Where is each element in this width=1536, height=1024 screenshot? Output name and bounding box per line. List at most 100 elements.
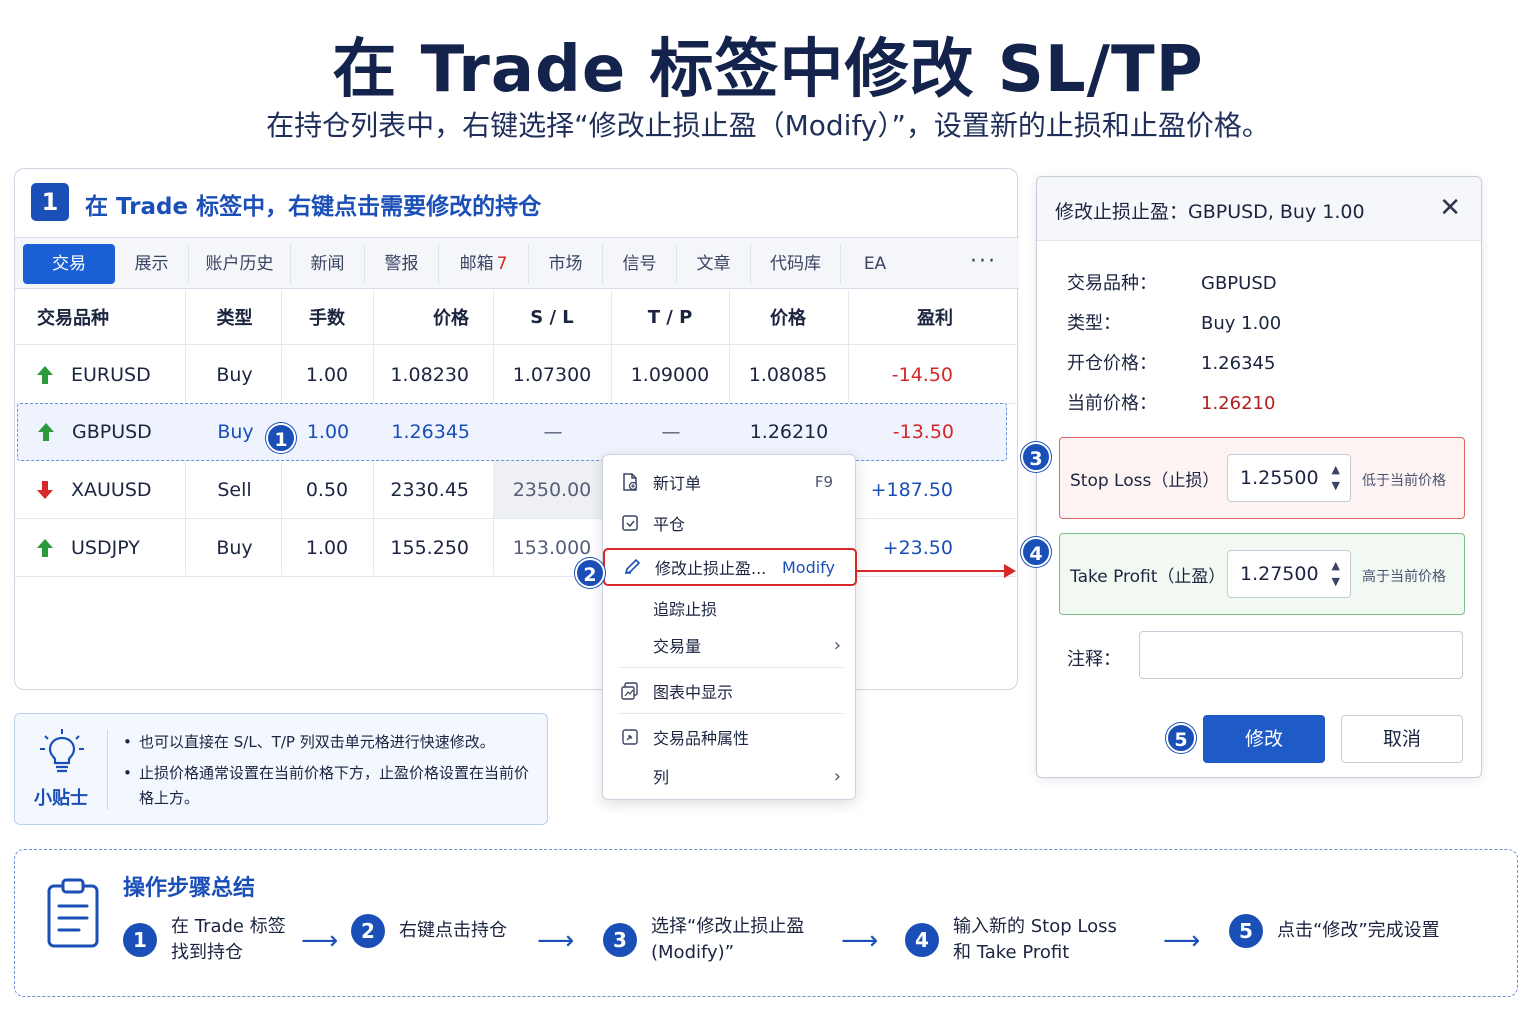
menu-item-new-order[interactable]: 新订单 F9	[603, 463, 857, 501]
step-text: 和 Take Profit	[953, 942, 1070, 963]
tp-cell[interactable]: —	[612, 404, 730, 460]
info-value: Buy 1.00	[1201, 313, 1282, 334]
tab-exposure[interactable]: 展示	[115, 244, 189, 284]
menu-item-columns[interactable]: 列 ›	[603, 757, 857, 795]
menu-item-modify[interactable]: 修改止损止盈... Modify	[603, 548, 857, 586]
col-profit[interactable]: 盈利	[849, 290, 999, 344]
tab-label: 新闻	[310, 254, 345, 274]
col-symbol[interactable]: 交易品种	[37, 290, 187, 344]
trade-panel: 1 在 Trade 标签中，右键点击需要修改的持仓 交易 展示 账户历史 新闻 …	[14, 168, 1019, 690]
symbol-cell: XAUUSD	[37, 461, 187, 518]
lots-cell: 1.00	[306, 421, 350, 443]
summary-step: 5 点击“修改”完成设置	[1229, 914, 1440, 948]
tab-label: 信号	[622, 254, 657, 274]
step-text: 选择“修改止损止盈	[651, 916, 805, 937]
comment-label: 注释：	[1067, 649, 1121, 670]
tab-trade[interactable]: 交易	[23, 244, 115, 284]
tab-label: 警报	[384, 254, 419, 274]
col-tp[interactable]: T / P	[611, 290, 729, 344]
col-sl[interactable]: S / L	[493, 290, 611, 344]
shortcut-label: F9	[814, 473, 833, 491]
cancel-button[interactable]: 取消	[1341, 715, 1463, 763]
tab-articles[interactable]: 文章	[677, 244, 751, 284]
info-type: 类型： Buy 1.00	[1067, 309, 1281, 335]
dialog-title: 修改止损止盈：GBPUSD, Buy 1.00	[1055, 201, 1365, 223]
step-text: 输入新的 Stop Loss	[953, 916, 1117, 937]
type-cell: Buy	[216, 536, 253, 559]
profit-cell: -13.50	[892, 421, 954, 443]
spin-down-icon[interactable]: ▼	[1332, 479, 1340, 492]
col-type[interactable]: 类型	[187, 290, 282, 344]
tab-market[interactable]: 市场	[529, 244, 603, 284]
arrow-down-icon	[37, 480, 53, 499]
col-lots[interactable]: 手数	[282, 290, 372, 344]
tab-label: 代码库	[770, 254, 821, 274]
profit-cell: +23.50	[882, 536, 953, 559]
take-profit-field: Take Profit（止盈） 1.27500 ▲ ▼ 高于当前价格	[1059, 533, 1465, 615]
info-key: 交易品种：	[1067, 273, 1157, 294]
page-title: 在 Trade 标签中修改 SL/TP	[332, 33, 1204, 107]
step-number: 3	[603, 923, 637, 957]
tab-ea[interactable]: EA	[841, 244, 909, 284]
position-row-gbpusd[interactable]: GBPUSD Buy 1.00 1.26345 — — 1.26210 -13.…	[17, 403, 1007, 461]
profit-cell: +187.50	[870, 478, 953, 501]
sl-cell[interactable]: —	[494, 404, 612, 460]
modify-sltp-dialog: 修改止损止盈：GBPUSD, Buy 1.00 ✕ 交易品种： GBPUSD 类型…	[1036, 176, 1482, 778]
step-marker-5: 5	[1166, 723, 1196, 753]
lots-cell: 1.00	[305, 363, 349, 386]
tab-mailbox[interactable]: 邮箱 7	[439, 244, 529, 284]
more-tabs-icon[interactable]: ···	[970, 244, 997, 284]
menu-item-close-position[interactable]: 平仓	[603, 504, 857, 542]
step-number: 5	[1229, 914, 1263, 948]
tab-label: 文章	[696, 254, 731, 274]
position-row-eurusd[interactable]: EURUSD Buy 1.00 1.08230 1.07300 1.09000 …	[15, 346, 1019, 404]
menu-label: 平仓	[653, 515, 686, 534]
stop-loss-label: Stop Loss（止损）	[1070, 471, 1220, 491]
stop-loss-input[interactable]: 1.25500 ▲ ▼	[1227, 454, 1351, 502]
arrow-up-icon	[38, 423, 54, 441]
position-row-usdjpy[interactable]: USDJPY Buy 1.00 155.250 153.000 +23.50	[15, 519, 1019, 577]
comment-input[interactable]	[1139, 631, 1463, 679]
position-row-xauusd[interactable]: XAUUSD Sell 0.50 2330.45 2350.00 +187.50	[15, 461, 1019, 519]
menu-label: 列	[653, 768, 670, 787]
spin-up-icon[interactable]: ▲	[1332, 463, 1340, 476]
page-subtitle: 在持仓列表中，右键选择“修改止损止盈（Modify）”，设置新的止损和止盈价格。	[266, 109, 1270, 142]
sl-cell[interactable]: 2350.00	[493, 461, 611, 518]
open-price-cell: 2330.45	[390, 478, 469, 501]
menu-label: 交易品种属性	[653, 729, 750, 748]
tip-item: 也可以直接在 S/L、T/P 列双击单元格进行快速修改。	[121, 730, 541, 755]
chevron-right-icon: ›	[833, 634, 841, 656]
spin-down-icon[interactable]: ▼	[1332, 575, 1340, 588]
take-profit-input[interactable]: 1.27500 ▲ ▼	[1227, 550, 1351, 598]
modify-button[interactable]: 修改	[1203, 715, 1325, 763]
tab-history[interactable]: 账户历史	[189, 244, 291, 284]
menu-item-volume[interactable]: 交易量 ›	[603, 626, 857, 664]
sl-cell[interactable]: 1.07300	[493, 346, 611, 403]
symbol-cell: USDJPY	[37, 519, 187, 576]
tab-news[interactable]: 新闻	[291, 244, 365, 284]
symbol-text: USDJPY	[71, 536, 140, 559]
step-marker-1: 1	[266, 423, 296, 453]
open-price-cell: 1.26345	[391, 421, 470, 443]
tab-alerts[interactable]: 警报	[365, 244, 439, 284]
menu-item-show-chart[interactable]: 图表中显示	[603, 672, 857, 710]
tab-signals[interactable]: 信号	[603, 244, 677, 284]
type-cell: Buy	[216, 363, 253, 386]
menu-item-trailing-stop[interactable]: 追踪止损	[603, 589, 857, 627]
symbol-text: EURUSD	[71, 363, 151, 386]
menu-item-symbol-properties[interactable]: 交易品种属性	[603, 718, 857, 756]
col-current-price[interactable]: 价格	[729, 290, 847, 344]
tab-code-base[interactable]: 代码库	[751, 244, 841, 284]
stop-loss-hint: 低于当前价格	[1362, 473, 1446, 489]
dialog-header: 修改止损止盈：GBPUSD, Buy 1.00 ✕	[1037, 177, 1481, 241]
tip-list: 也可以直接在 S/L、T/P 列双击单元格进行快速修改。 止损价格通常设置在当前…	[121, 730, 541, 817]
arrow-right-icon	[1004, 564, 1016, 578]
menu-label: 追踪止损	[653, 600, 718, 619]
tip-label: 小贴士	[34, 788, 88, 809]
spin-up-icon[interactable]: ▲	[1332, 559, 1340, 572]
col-open-price[interactable]: 价格	[373, 290, 491, 344]
close-icon[interactable]: ✕	[1439, 195, 1461, 221]
symbol-cell: EURUSD	[37, 346, 187, 403]
lots-cell: 0.50	[305, 478, 349, 501]
tp-cell[interactable]: 1.09000	[611, 346, 729, 403]
